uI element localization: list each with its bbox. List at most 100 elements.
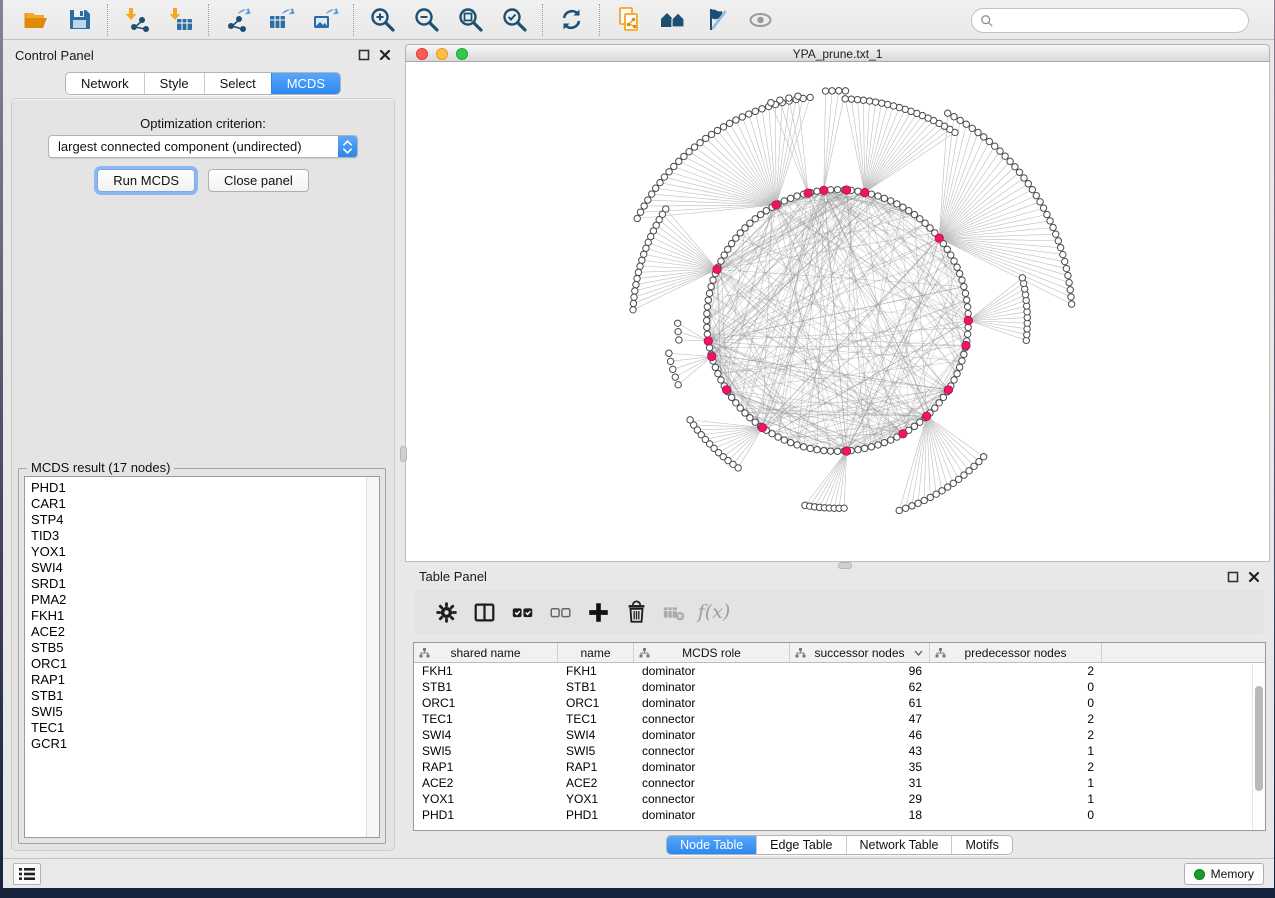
network-titlebar[interactable]: YPA_prune.txt_1 — [405, 44, 1270, 62]
optimization-criterion-dropdown[interactable]: largest connected component (undirected) — [48, 135, 358, 158]
network-canvas[interactable] — [405, 62, 1270, 562]
add-row-icon[interactable] — [581, 597, 615, 627]
select-all-icon[interactable] — [505, 597, 539, 627]
close-icon[interactable] — [379, 49, 391, 61]
delete-row-icon[interactable] — [619, 597, 653, 627]
table-row[interactable]: SWI5SWI5connector431 — [414, 743, 1265, 759]
table-row[interactable]: FKH1FKH1dominator962 — [414, 663, 1265, 679]
search-input[interactable] — [999, 14, 1240, 28]
column-header-shared-name[interactable]: shared name — [414, 643, 558, 662]
open-folder-icon[interactable] — [20, 5, 50, 35]
network-graph[interactable] — [406, 62, 1269, 561]
table-row[interactable]: STB1STB1dominator620 — [414, 679, 1265, 695]
mcds-result-items: PHD1CAR1STP4TID3YOX1SWI4SRD1PMA2FKH1ACE2… — [31, 480, 363, 752]
task-history-button[interactable] — [13, 863, 41, 885]
run-mcds-button[interactable]: Run MCDS — [97, 169, 195, 192]
cell-mcds_role: dominator — [634, 808, 790, 822]
node-table: shared namename MCDS role successor nodesp… — [413, 642, 1266, 831]
column-label: MCDS role — [682, 646, 741, 660]
table-scrollbar-thumb[interactable] — [1255, 686, 1263, 791]
vertical-splitter-handle[interactable] — [400, 446, 407, 462]
search-icon — [980, 14, 994, 28]
houses-icon[interactable] — [657, 5, 687, 35]
export-network-icon[interactable] — [222, 5, 252, 35]
column-header-name[interactable]: name — [558, 643, 634, 662]
tab-edge-table[interactable]: Edge Table — [756, 836, 845, 854]
table-scrollbar[interactable] — [1252, 664, 1265, 830]
cell-predecessor_nodes: 2 — [930, 760, 1102, 774]
hide-graphics-icon[interactable] — [701, 5, 731, 35]
mcds-result-item[interactable]: PHD1 — [31, 480, 363, 496]
show-columns-icon[interactable] — [467, 597, 501, 627]
float-icon[interactable] — [1227, 571, 1239, 583]
duplicate-network-icon[interactable] — [613, 5, 643, 35]
mcds-result-item[interactable]: STB1 — [31, 688, 363, 704]
cell-mcds_role: connector — [634, 712, 790, 726]
table-panel-window-buttons — [1227, 571, 1260, 583]
optimization-criterion-label: Optimization criterion: — [12, 116, 394, 131]
search-box[interactable] — [971, 8, 1249, 33]
mcds-result-item[interactable]: STB5 — [31, 640, 363, 656]
export-image-icon[interactable] — [310, 5, 340, 35]
mcds-result-item[interactable]: SWI5 — [31, 704, 363, 720]
mcds-result-item[interactable]: TID3 — [31, 528, 363, 544]
cell-name: YOX1 — [558, 792, 634, 806]
cell-shared_name: ACE2 — [414, 776, 558, 790]
mcds-result-item[interactable]: PMA2 — [31, 592, 363, 608]
tab-mcds[interactable]: MCDS — [271, 73, 340, 94]
export-table-icon[interactable] — [266, 5, 296, 35]
tab-select[interactable]: Select — [204, 73, 271, 94]
mcds-result-item[interactable]: GCR1 — [31, 736, 363, 752]
zoom-out-icon[interactable] — [411, 5, 441, 35]
close-panel-button[interactable]: Close panel — [208, 169, 309, 192]
table-row[interactable]: TEC1TEC1connector472 — [414, 711, 1265, 727]
mcds-result-item[interactable]: RAP1 — [31, 672, 363, 688]
column-header-predecessor-nodes[interactable]: predecessor nodes — [930, 643, 1102, 662]
mcds-result-item[interactable]: FKH1 — [31, 608, 363, 624]
table-row[interactable]: YOX1YOX1connector291 — [414, 791, 1265, 807]
import-table-icon[interactable] — [165, 5, 195, 35]
mcds-result-item[interactable]: CAR1 — [31, 496, 363, 512]
mcds-result-item[interactable]: STP4 — [31, 512, 363, 528]
cell-successor_nodes: 61 — [790, 696, 930, 710]
settings-gear-icon[interactable] — [429, 597, 463, 627]
memory-button[interactable]: Memory — [1184, 863, 1264, 885]
result-list-scrollbar[interactable] — [366, 477, 379, 837]
table-row[interactable]: ORC1ORC1dominator610 — [414, 695, 1265, 711]
mcds-result-item[interactable]: ACE2 — [31, 624, 363, 640]
table-tabs-row: Node TableEdge TableNetwork TableMotifs — [405, 835, 1274, 855]
tab-motifs[interactable]: Motifs — [951, 836, 1011, 854]
mcds-result-list: PHD1CAR1STP4TID3YOX1SWI4SRD1PMA2FKH1ACE2… — [24, 476, 380, 838]
mcds-result-item[interactable]: SRD1 — [31, 576, 363, 592]
toolbar-separator — [353, 4, 354, 36]
table-row[interactable]: ACE2ACE2connector311 — [414, 775, 1265, 791]
main-area: Control Panel NetworkStyleSelectMCDS Opt… — [3, 40, 1274, 858]
close-icon[interactable] — [1248, 571, 1260, 583]
column-header-MCDS-role[interactable]: MCDS role — [634, 643, 790, 662]
mcds-buttons-row: Run MCDS Close panel — [12, 169, 394, 192]
tab-node-table[interactable]: Node Table — [667, 836, 756, 854]
cell-successor_nodes: 62 — [790, 680, 930, 694]
cell-mcds_role: dominator — [634, 696, 790, 710]
cell-successor_nodes: 96 — [790, 664, 930, 678]
zoom-in-icon[interactable] — [367, 5, 397, 35]
tab-network[interactable]: Network — [66, 73, 144, 94]
mcds-result-item[interactable]: SWI4 — [31, 560, 363, 576]
table-row[interactable]: SWI4SWI4dominator462 — [414, 727, 1265, 743]
mcds-result-item[interactable]: ORC1 — [31, 656, 363, 672]
import-network-icon[interactable] — [121, 5, 151, 35]
save-icon[interactable] — [64, 5, 94, 35]
column-header-successor-nodes[interactable]: successor nodes — [790, 643, 930, 662]
eye-icon[interactable] — [745, 5, 775, 35]
zoom-fit-icon[interactable] — [455, 5, 485, 35]
mcds-result-item[interactable]: TEC1 — [31, 720, 363, 736]
mcds-result-item[interactable]: YOX1 — [31, 544, 363, 560]
table-row[interactable]: PHD1PHD1dominator180 — [414, 807, 1265, 823]
refresh-icon[interactable] — [556, 5, 586, 35]
tab-network-table[interactable]: Network Table — [846, 836, 952, 854]
table-row[interactable]: RAP1RAP1dominator352 — [414, 759, 1265, 775]
tab-style[interactable]: Style — [144, 73, 204, 94]
float-icon[interactable] — [358, 49, 370, 61]
zoom-selected-icon[interactable] — [499, 5, 529, 35]
deselect-all-icon[interactable] — [543, 597, 577, 627]
